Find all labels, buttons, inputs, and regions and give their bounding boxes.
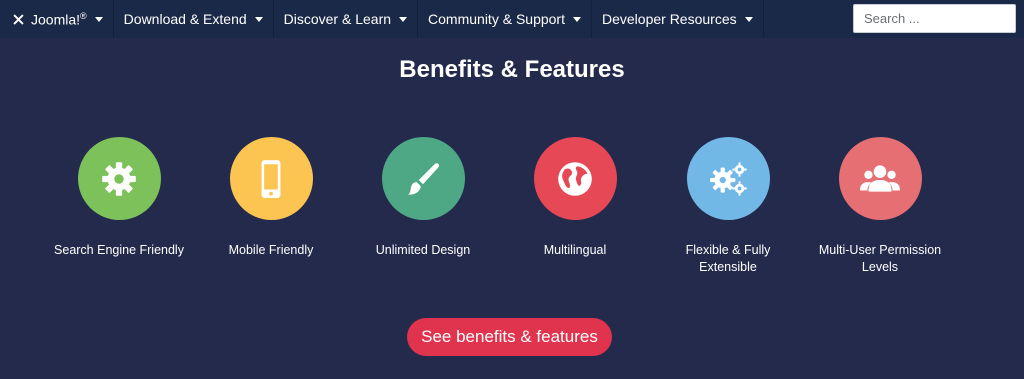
chevron-down-icon (572, 16, 581, 22)
section-title: Benefits & Features (399, 56, 625, 83)
nav-item-label: Download & Extend (123, 11, 247, 27)
paintbrush-icon (408, 162, 439, 195)
feature-icon-circle (533, 137, 617, 220)
feature-label: Mobile Friendly (228, 243, 314, 257)
nav-item-download-extend[interactable]: Download & Extend (114, 0, 274, 38)
nav-brand-label: Joomla!® (31, 10, 87, 28)
joomla-logo-icon (13, 14, 24, 24)
nav-item-label: Discover & Learn (283, 11, 392, 27)
chevron-down-icon (254, 16, 263, 22)
chevron-down-icon (94, 16, 103, 22)
nav-item-developer-resources[interactable]: Developer Resources (592, 0, 764, 38)
feature-label: Search Engine Friendly (54, 243, 184, 257)
nav-item-joomla[interactable]: Joomla!® (0, 0, 114, 38)
feature-icon-circle (838, 137, 922, 220)
feature-icon-circle (77, 137, 161, 220)
chevron-down-icon (399, 16, 408, 22)
feature-label: Multi-User Permission Levels (818, 243, 942, 274)
feature-unlimited-design: Unlimited Design (348, 137, 498, 259)
globe-icon (558, 161, 592, 196)
feature-icon-circle (381, 137, 465, 220)
gear-icon (102, 161, 136, 196)
feature-mobile-friendly: Mobile Friendly (196, 137, 346, 259)
feature-search-engine-friendly: Search Engine Friendly (44, 137, 194, 259)
nav-item-discover-learn[interactable]: Discover & Learn (274, 0, 419, 38)
feature-label: Unlimited Design (375, 243, 471, 257)
feature-multilingual: Multilingual (500, 137, 650, 259)
search-input[interactable] (853, 4, 1016, 33)
feature-multi-user-permissions: Multi-User Permission Levels (805, 137, 955, 276)
mobile-phone-icon (261, 159, 281, 198)
nav-item-community-support[interactable]: Community & Support (418, 0, 592, 38)
feature-label: Flexible & Fully Extensible (685, 243, 771, 274)
users-icon (860, 164, 900, 192)
feature-icon-circle (229, 137, 313, 220)
see-benefits-features-button[interactable]: See benefits & features (407, 318, 612, 356)
nav-item-label: Developer Resources (601, 11, 737, 27)
gears-icon (710, 161, 747, 196)
feature-icon-circle (686, 137, 770, 220)
feature-label: Multilingual (543, 243, 607, 257)
feature-flexible-extensible: Flexible & Fully Extensible (653, 137, 803, 276)
nav-item-label: Community & Support (428, 11, 565, 27)
chevron-down-icon (744, 16, 753, 22)
